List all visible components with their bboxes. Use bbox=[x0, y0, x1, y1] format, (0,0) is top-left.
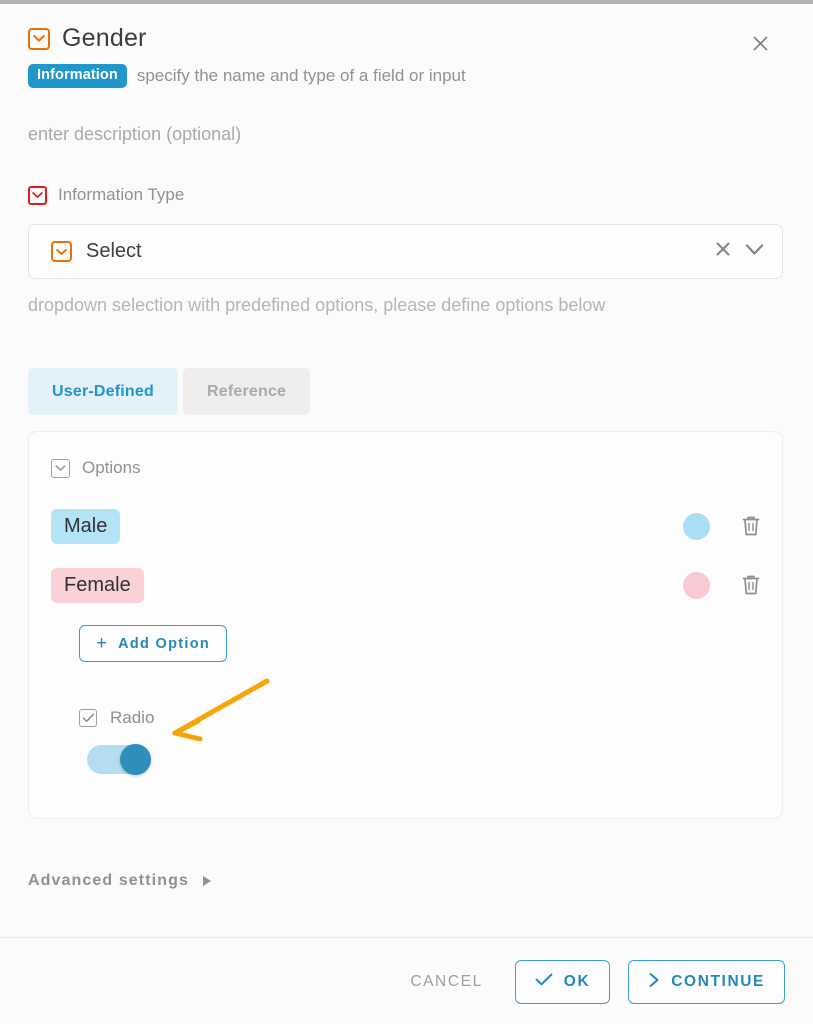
close-button[interactable] bbox=[747, 30, 773, 56]
select-field-icon-red bbox=[28, 185, 47, 205]
option-color-swatch[interactable] bbox=[683, 512, 710, 540]
add-option-button[interactable]: + Add Option bbox=[79, 625, 228, 662]
radio-toggle-switch[interactable] bbox=[87, 744, 151, 775]
trash-icon[interactable] bbox=[740, 514, 762, 538]
select-hint: dropdown selection with predefined optio… bbox=[28, 295, 606, 315]
tab-reference[interactable]: Reference bbox=[182, 368, 311, 415]
select-actions bbox=[715, 241, 764, 262]
select-value-group: Select bbox=[51, 240, 715, 263]
information-type-select[interactable]: Select bbox=[28, 224, 783, 279]
tab-user-defined[interactable]: User-Defined bbox=[28, 368, 178, 415]
continue-label: CONTINUE bbox=[671, 973, 765, 990]
status-badge: Information bbox=[28, 64, 127, 88]
chevron-down-icon[interactable] bbox=[745, 243, 764, 261]
option-color-swatch[interactable] bbox=[683, 571, 710, 599]
plus-icon: + bbox=[96, 633, 108, 654]
trash-icon[interactable] bbox=[740, 573, 762, 597]
toggle-thumb bbox=[120, 744, 151, 775]
cancel-button[interactable]: CANCEL bbox=[396, 963, 496, 1001]
select-field-icon-orange bbox=[51, 241, 72, 262]
option-controls bbox=[683, 571, 762, 599]
subtitle-row: Information specify the name and type of… bbox=[28, 64, 466, 88]
advanced-settings-toggle[interactable]: Advanced settings bbox=[28, 872, 211, 890]
radio-checkbox-row[interactable]: Radio bbox=[79, 708, 154, 728]
checkbox-checked-icon[interactable] bbox=[79, 709, 97, 727]
ok-label: OK bbox=[563, 973, 591, 990]
options-label: Options bbox=[82, 458, 141, 477]
options-panel: Options Male Female + Add Option Radio bbox=[28, 431, 783, 819]
add-option-label: Add Option bbox=[118, 635, 211, 652]
ok-button[interactable]: OK bbox=[514, 960, 611, 1004]
select-value: Select bbox=[86, 240, 142, 262]
window-top-bar bbox=[0, 0, 813, 4]
title-row: Gender bbox=[28, 24, 785, 53]
description-input[interactable]: enter description (optional) bbox=[28, 124, 241, 145]
option-label[interactable]: Male bbox=[51, 508, 121, 544]
options-label-row: Options bbox=[51, 458, 141, 478]
option-label[interactable]: Female bbox=[51, 567, 144, 603]
options-source-tabs: User-Defined Reference bbox=[28, 368, 311, 415]
radio-label: Radio bbox=[110, 708, 155, 727]
dialog-subtitle: specify the name and type of a field or … bbox=[136, 65, 466, 85]
check-icon bbox=[535, 973, 553, 991]
advanced-settings-label: Advanced settings bbox=[28, 872, 189, 889]
footer-divider bbox=[0, 937, 813, 938]
page-title: Gender bbox=[62, 24, 147, 52]
information-type-label: Information Type bbox=[58, 185, 185, 204]
clear-icon[interactable] bbox=[715, 241, 731, 262]
close-icon bbox=[753, 36, 767, 50]
option-controls bbox=[683, 512, 762, 540]
chevron-right-icon bbox=[648, 972, 660, 993]
dialog-header: Gender bbox=[28, 24, 785, 64]
continue-button[interactable]: CONTINUE bbox=[628, 960, 785, 1004]
dialog-footer: CANCEL OK CONTINUE bbox=[396, 960, 785, 1004]
select-field-icon-gray bbox=[51, 458, 70, 478]
triangle-right-icon bbox=[202, 876, 211, 886]
dialog-root: Gender Information specify the name and … bbox=[0, 0, 813, 1024]
option-row: Female bbox=[51, 566, 762, 604]
option-row: Male bbox=[51, 507, 762, 545]
select-field-icon bbox=[28, 27, 50, 50]
information-type-label-row: Information Type bbox=[28, 185, 184, 205]
